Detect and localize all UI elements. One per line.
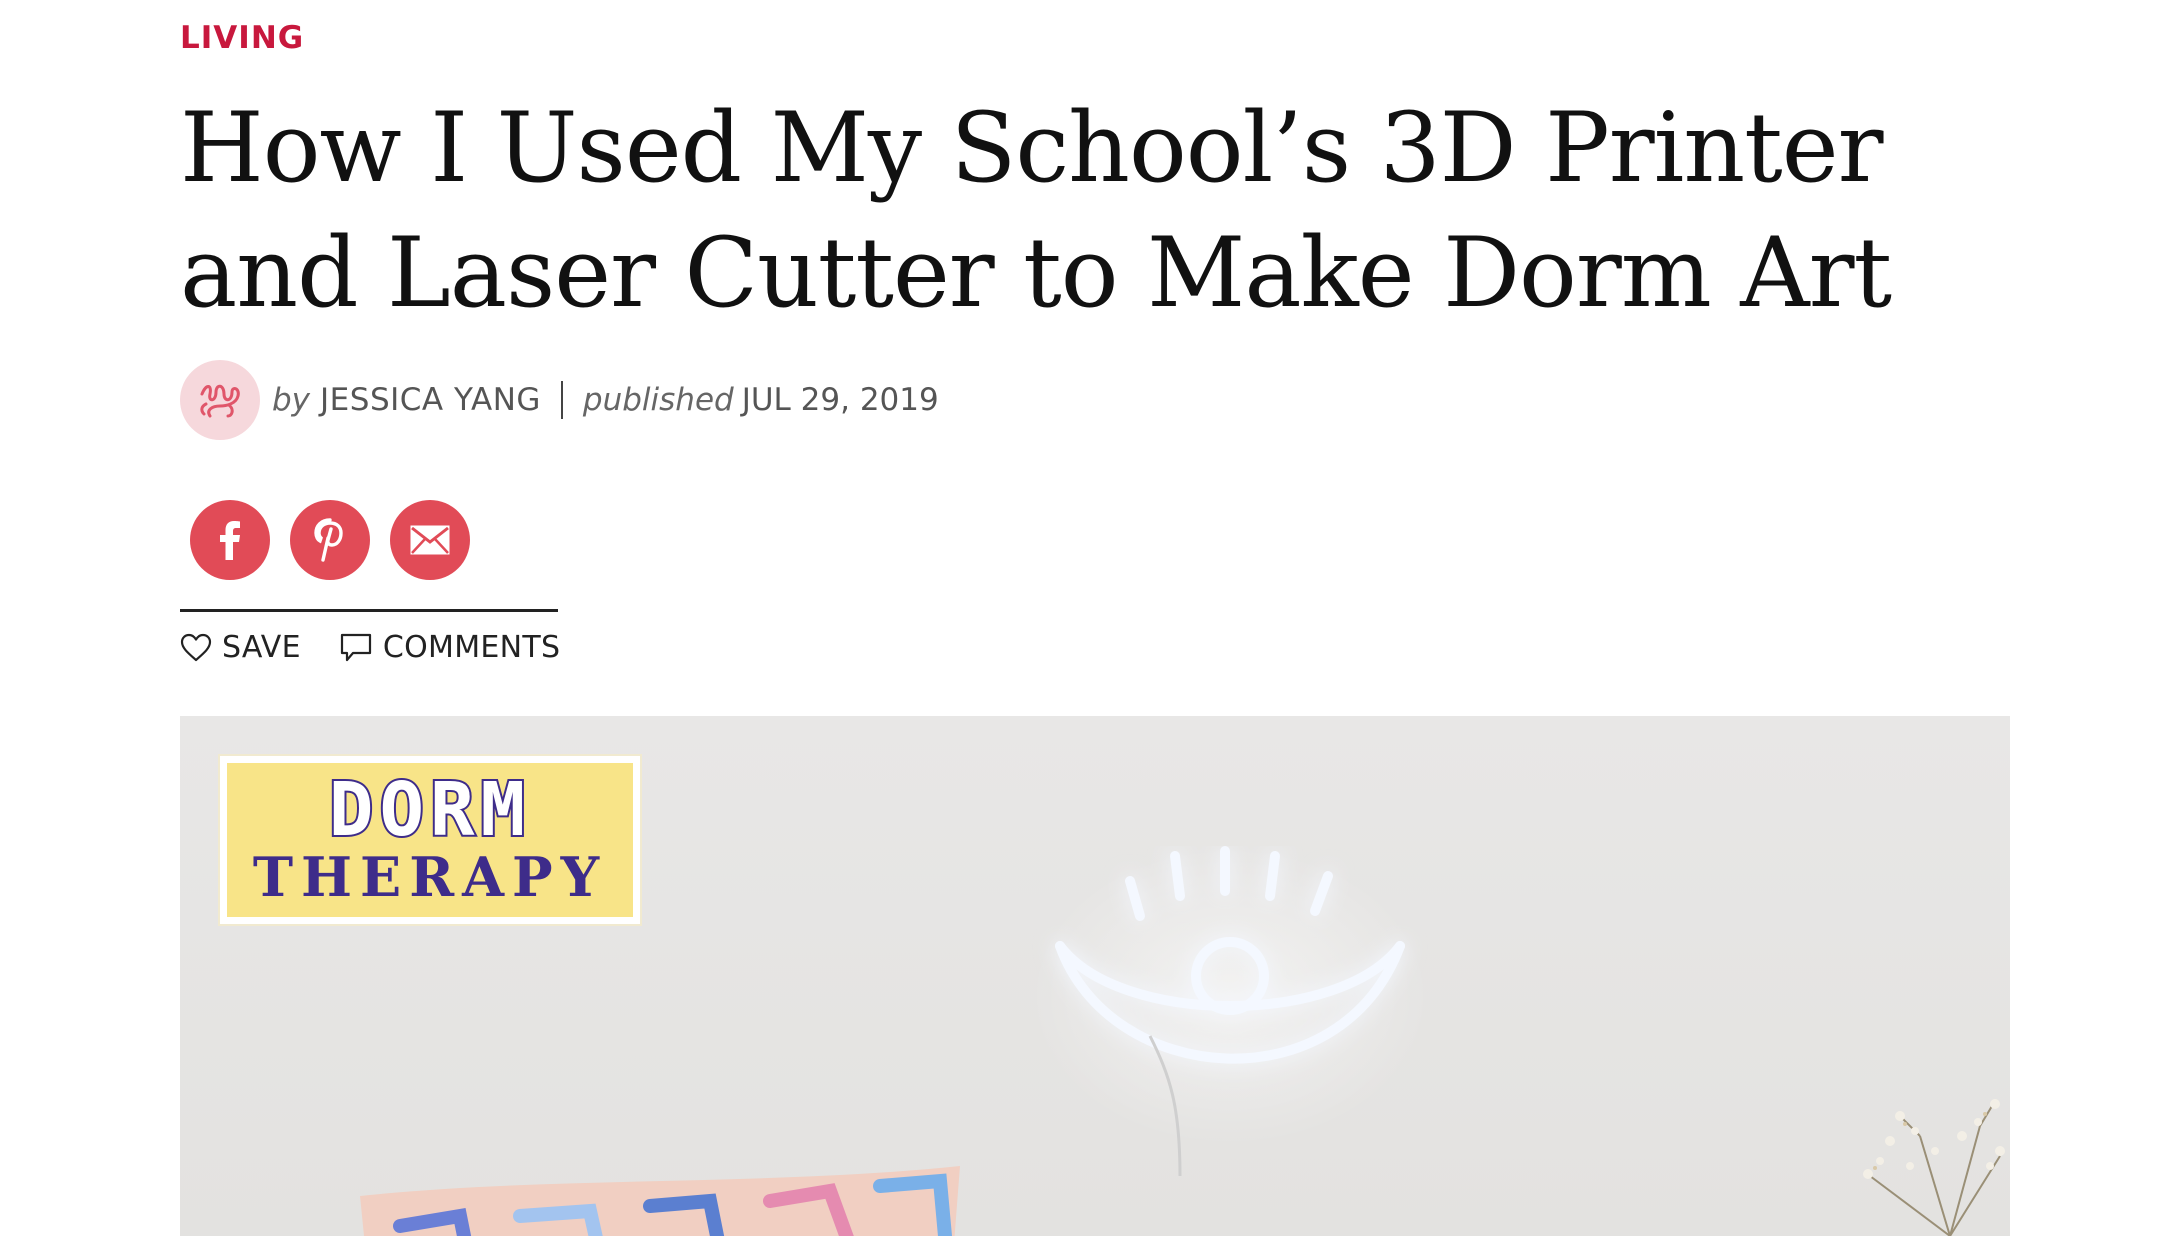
author-avatar[interactable] xyxy=(180,360,260,440)
comments-button[interactable]: COMMENTS xyxy=(339,630,561,665)
article-title: How I Used My School’s 3D Printer and La… xyxy=(180,92,1892,329)
author-name[interactable]: JESSICA YANG xyxy=(320,382,541,418)
save-label[interactable]: SAVE xyxy=(222,630,301,665)
dried-flowers xyxy=(1863,1099,2005,1236)
published-prefix: published xyxy=(582,382,734,418)
email-icon xyxy=(410,525,450,555)
pinterest-share-button[interactable] xyxy=(290,500,370,580)
squiggle-logo-icon xyxy=(200,384,240,418)
byline: by JESSICA YANG published JUL 29, 2019 xyxy=(180,360,939,440)
hero-image: DORM THERAPY xyxy=(180,716,2010,1236)
badge-line1: DORM xyxy=(327,767,532,853)
share-buttons xyxy=(190,500,470,580)
comment-icon xyxy=(340,633,371,661)
publish-date: JUL 29, 2019 xyxy=(741,382,939,418)
dorm-therapy-badge: DORM THERAPY xyxy=(218,754,642,926)
heart-icon xyxy=(180,633,212,661)
comments-label[interactable]: COMMENTS xyxy=(383,630,561,665)
badge-line2: THERAPY xyxy=(252,845,608,909)
actions-divider xyxy=(180,609,558,612)
neon-eye-light xyxy=(1030,846,1430,1176)
byline-separator xyxy=(560,381,563,419)
byline-text: by JESSICA YANG published JUL 29, 2019 xyxy=(272,381,939,419)
pinterest-icon xyxy=(314,518,343,562)
facebook-icon xyxy=(220,521,240,560)
article-actions: SAVE COMMENTS xyxy=(180,630,598,665)
facebook-share-button[interactable] xyxy=(190,500,270,580)
category-label[interactable]: LIVING xyxy=(180,20,304,56)
patterned-pillow xyxy=(360,1166,960,1236)
email-share-button[interactable] xyxy=(390,500,470,580)
save-button[interactable]: SAVE xyxy=(180,630,301,665)
by-prefix: by xyxy=(272,382,311,418)
